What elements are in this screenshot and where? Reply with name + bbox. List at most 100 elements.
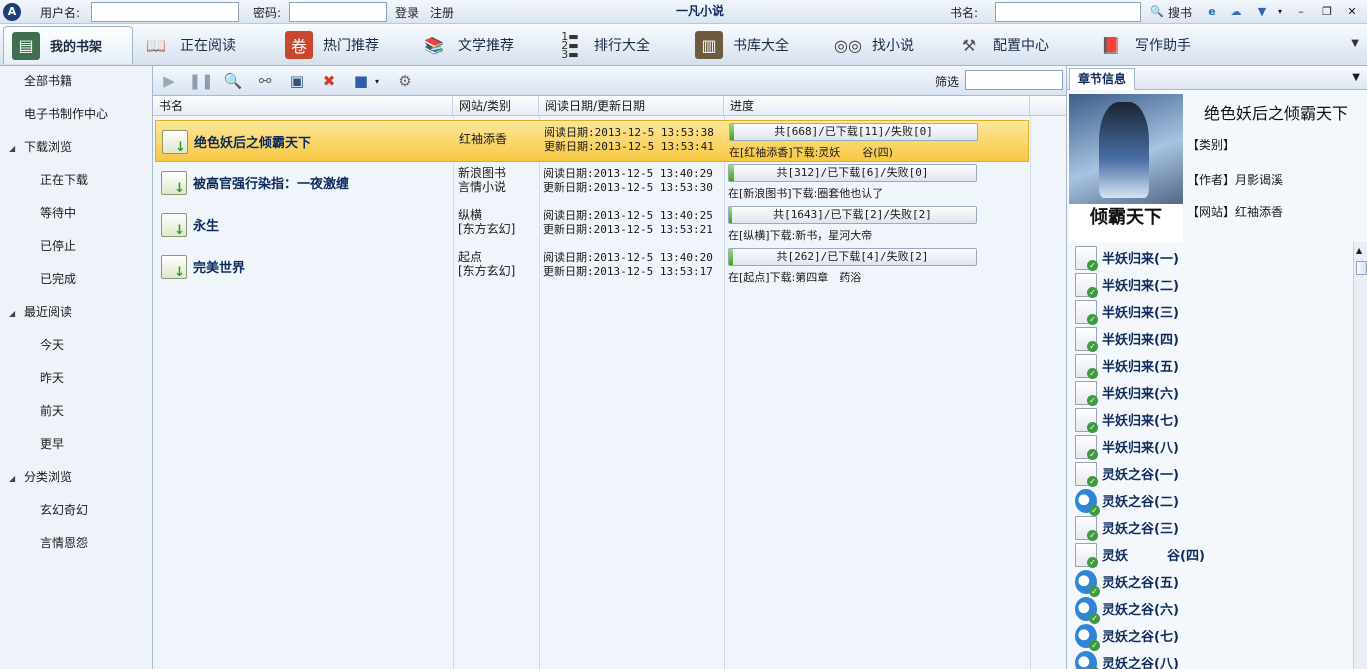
- dropdown-arrow-icon[interactable]: ▾: [1273, 5, 1287, 19]
- chevron-down-icon[interactable]: ▼: [1351, 38, 1359, 49]
- tab-my-bookshelf[interactable]: ▤ 我的书架: [3, 26, 133, 64]
- tab-label: 写作助手: [1135, 38, 1191, 54]
- chapter-title: 灵妖之谷(三): [1102, 522, 1179, 537]
- column-site[interactable]: 网站/类别: [453, 96, 539, 116]
- chapter-item[interactable]: 半妖归来(八): [1075, 433, 1179, 460]
- library-icon: ▥: [695, 31, 723, 59]
- ie-chapter-icon: [1075, 623, 1100, 651]
- sidebar-item-stopped[interactable]: 已停止: [40, 235, 76, 257]
- restore-icon[interactable]: ❐: [1320, 5, 1334, 19]
- pause-icon[interactable]: ❚❚: [188, 70, 213, 92]
- save-icon[interactable]: ▣: [286, 70, 308, 92]
- sidebar-item-waiting[interactable]: 等待中: [40, 202, 76, 224]
- tab-find-novel[interactable]: ◎◎ 找小说: [834, 26, 914, 64]
- login-button[interactable]: 登录: [395, 4, 419, 21]
- search-icon[interactable]: 🔍: [222, 70, 244, 92]
- tab-reading[interactable]: 📖 正在阅读: [142, 26, 236, 64]
- sidebar-item-completed[interactable]: 已完成: [40, 268, 76, 290]
- book-search-input[interactable]: [995, 2, 1141, 22]
- collapse-arrow-icon[interactable]: ◢: [9, 138, 19, 160]
- table-row[interactable]: 被高官强行染指：一夜激缠 新浪图书言情小说 阅读日期:2013-12-5 13:…: [155, 162, 1029, 204]
- chevron-down-icon[interactable]: ▼: [1352, 72, 1360, 83]
- table-row[interactable]: 绝色妖后之倾霸天下 红袖添香 阅读日期:2013-12-5 13:53:38更新…: [155, 120, 1029, 162]
- chapter-item[interactable]: 灵妖之谷(三): [1075, 514, 1179, 541]
- tab-chapter-info[interactable]: 章节信息: [1069, 68, 1136, 90]
- downloaded-page-icon: [1075, 515, 1098, 541]
- chapter-item[interactable]: 半妖归来(一): [1075, 244, 1179, 271]
- ie-icon[interactable]: e: [1205, 5, 1219, 19]
- scroll-up-arrow-icon[interactable]: ▲: [1356, 246, 1362, 255]
- tab-config[interactable]: ⚒ 配置中心: [955, 26, 1049, 64]
- sidebar-item-ebook-center[interactable]: 电子书制作中心: [24, 103, 108, 125]
- username-input[interactable]: [91, 2, 239, 22]
- ie-chapter-icon: [1075, 488, 1100, 516]
- progress-text: 共[312]/已下载[6]/失败[0]: [776, 166, 929, 179]
- tab-label: 热门推荐: [323, 38, 379, 54]
- sidebar-item-yesterday[interactable]: 昨天: [40, 367, 64, 389]
- gear-icon[interactable]: ⚙: [394, 70, 416, 92]
- sidebar-item-recent-reading[interactable]: ◢ 最近阅读: [9, 301, 72, 323]
- link-icon[interactable]: ⚯: [254, 70, 276, 92]
- chapter-item[interactable]: 灵妖之谷(七): [1075, 622, 1179, 651]
- minimize-icon[interactable]: –: [1294, 5, 1308, 19]
- books-icon: 📚: [424, 35, 444, 55]
- sidebar-item-romance[interactable]: 言情恩怨: [40, 532, 88, 554]
- column-name[interactable]: 书名: [153, 96, 453, 116]
- tab-hot[interactable]: 卷 热门推荐: [285, 26, 379, 64]
- progress-bar: 共[1643]/已下载[2]/失败[2]: [728, 206, 977, 224]
- password-input[interactable]: [289, 2, 387, 22]
- table-row[interactable]: 完美世界 起点[东方玄幻] 阅读日期:2013-12-5 13:40:20更新日…: [155, 246, 1029, 288]
- chapter-item[interactable]: 半妖归来(七): [1075, 406, 1179, 433]
- scroll-icon: 卷: [285, 31, 313, 59]
- tab-library[interactable]: ▥ 书库大全: [695, 26, 789, 64]
- delete-icon[interactable]: ✖: [318, 70, 340, 92]
- chapter-item[interactable]: 灵妖之谷(五): [1075, 568, 1179, 597]
- book-title: 完美世界: [193, 261, 246, 276]
- app-logo-icon[interactable]: A: [3, 3, 21, 21]
- sidebar-item-download-browse[interactable]: ◢ 下载浏览: [9, 136, 72, 158]
- book-icon[interactable]: ■: [350, 70, 372, 92]
- sidebar-item-today[interactable]: 今天: [40, 334, 64, 356]
- chat-icon[interactable]: ☁: [1229, 5, 1243, 19]
- chapter-item[interactable]: 灵妖之谷(八): [1075, 649, 1179, 669]
- chapter-title: 灵妖之谷(八): [1102, 657, 1179, 669]
- scroll-thumb[interactable]: [1356, 261, 1367, 275]
- table-row[interactable]: 永生 纵横[东方玄幻] 阅读日期:2013-12-5 13:40:25更新日期:…: [155, 204, 1029, 246]
- sidebar-item-fantasy[interactable]: 玄幻奇幻: [40, 499, 88, 521]
- chapter-item[interactable]: 灵妖之谷(一): [1075, 460, 1179, 487]
- tab-ranking[interactable]: 1▬ 2▬ 3▬ 排行大全: [556, 26, 650, 64]
- book-site: 新浪图书 言情小说: [458, 166, 506, 194]
- search-button[interactable]: 搜书: [1168, 4, 1192, 21]
- register-button[interactable]: 注册: [430, 4, 454, 21]
- sidebar-item-day-before[interactable]: 前天: [40, 400, 64, 422]
- sidebar-item-downloading[interactable]: 正在下载: [40, 169, 88, 191]
- tab-label: 我的书架: [50, 40, 103, 55]
- progress-fill: [729, 207, 732, 223]
- chapter-item[interactable]: 灵妖之谷(六): [1075, 595, 1179, 624]
- chapter-item[interactable]: 半妖归来(三): [1075, 298, 1179, 325]
- column-progress[interactable]: 进度: [724, 96, 1030, 116]
- collapse-arrow-icon[interactable]: ◢: [9, 303, 19, 325]
- tab-literature[interactable]: 📚 文学推荐: [420, 26, 514, 64]
- column-dates[interactable]: 阅读日期/更新日期: [539, 96, 724, 116]
- shirt-icon[interactable]: ▼: [1255, 5, 1269, 19]
- book-stack-icon: 📕: [1101, 35, 1121, 55]
- download-book-icon: [161, 171, 187, 196]
- chapter-item[interactable]: 灵妖 谷(四): [1075, 541, 1205, 568]
- collapse-arrow-icon[interactable]: ◢: [9, 468, 19, 490]
- filter-input[interactable]: [965, 70, 1063, 90]
- chapter-info-panel: 章节信息 ▼ 倾霸天下 绝色妖后之倾霸天下 【类别】 【作者】月影谒溪 【网站】…: [1066, 66, 1367, 669]
- tab-writing[interactable]: 📕 写作助手: [1097, 26, 1191, 64]
- sidebar-item-earlier[interactable]: 更早: [40, 433, 64, 455]
- play-icon[interactable]: ▶: [158, 70, 180, 92]
- close-icon[interactable]: ✕: [1345, 5, 1359, 19]
- chapter-item[interactable]: 半妖归来(五): [1075, 352, 1179, 379]
- sidebar-item-all-books[interactable]: 全部书籍: [24, 70, 72, 92]
- chapter-item[interactable]: 半妖归来(六): [1075, 379, 1179, 406]
- chapter-item[interactable]: 半妖归来(四): [1075, 325, 1179, 352]
- dropdown-arrow-icon[interactable]: ▾: [372, 70, 382, 92]
- chapter-item[interactable]: 灵妖之谷(二): [1075, 487, 1179, 516]
- chapter-item[interactable]: 半妖归来(二): [1075, 271, 1179, 298]
- scrollbar[interactable]: ▲: [1353, 242, 1367, 669]
- sidebar-item-category-browse[interactable]: ◢ 分类浏览: [9, 466, 72, 488]
